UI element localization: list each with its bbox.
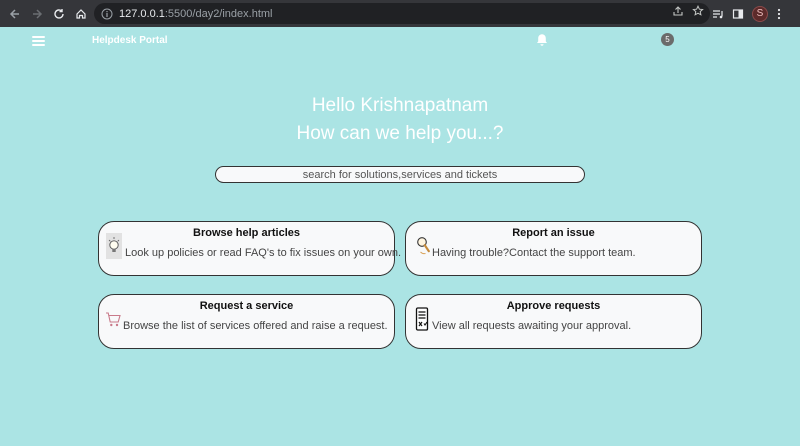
card-description: View all requests awaiting your approval… xyxy=(432,320,632,332)
card-browse-help-articles[interactable]: Browse help articles Look up policies or… xyxy=(98,221,401,276)
address-bar[interactable]: 127.0.0.1:5500/day2/index.html xyxy=(94,3,710,24)
card-title: Browse help articles xyxy=(193,227,300,239)
card-description: Having trouble?Contact the support team. xyxy=(432,247,636,259)
reload-icon xyxy=(54,8,64,19)
home-button[interactable] xyxy=(70,3,92,25)
url-text: 127.0.0.1:5500/day2/index.html xyxy=(119,8,273,20)
hamburger-menu-icon[interactable] xyxy=(32,36,45,46)
browser-toolbar: 127.0.0.1:5500/day2/index.html S xyxy=(0,0,800,27)
brand-title: Helpdesk Portal xyxy=(92,35,168,46)
magnifier-icon xyxy=(417,237,430,255)
page-content: Helpdesk Portal 5 Hello Krishnapatnam Ho… xyxy=(0,27,800,446)
search-input[interactable] xyxy=(215,166,585,183)
info-icon xyxy=(101,8,113,19)
checklist-icon xyxy=(415,307,429,331)
help-prompt: How can we help you...? xyxy=(296,123,504,144)
share-icon[interactable] xyxy=(672,5,684,17)
url-host: 127.0.0.1 xyxy=(119,7,165,20)
home-icon xyxy=(76,8,86,19)
profile-avatar[interactable]: S xyxy=(752,5,768,22)
card-title: Approve requests xyxy=(506,300,601,312)
lightbulb-icon xyxy=(106,233,122,259)
card-description: Browse the list of services offered and … xyxy=(123,320,388,332)
arrow-right-icon xyxy=(33,8,43,19)
card-description: Look up policies or read FAQ's to fix is… xyxy=(125,247,402,259)
card-approve-requests[interactable]: Approve requests View all requests await… xyxy=(405,294,702,349)
notification-badge[interactable]: 5 xyxy=(661,33,674,46)
star-icon[interactable] xyxy=(692,5,704,17)
url-path: :5500/day2/index.html xyxy=(164,7,273,20)
side-panel-icon[interactable] xyxy=(732,8,744,20)
reload-button[interactable] xyxy=(48,3,70,25)
arrow-left-icon xyxy=(9,8,19,19)
card-title: Report an issue xyxy=(512,227,595,239)
top-navbar: Helpdesk Portal 5 xyxy=(0,27,800,55)
cart-icon xyxy=(106,312,121,327)
bell-icon[interactable] xyxy=(536,33,548,47)
card-report-an-issue[interactable]: Report an issue Having trouble?Contact t… xyxy=(405,221,702,276)
media-control-icon[interactable] xyxy=(712,8,724,20)
card-request-a-service[interactable]: Request a service Browse the list of ser… xyxy=(98,294,395,349)
back-button[interactable] xyxy=(4,3,26,25)
kebab-menu-icon[interactable] xyxy=(776,8,782,20)
card-title: Request a service xyxy=(199,300,294,312)
greeting-line: Hello Krishnapatnam xyxy=(311,95,489,116)
forward-button[interactable] xyxy=(26,3,48,25)
